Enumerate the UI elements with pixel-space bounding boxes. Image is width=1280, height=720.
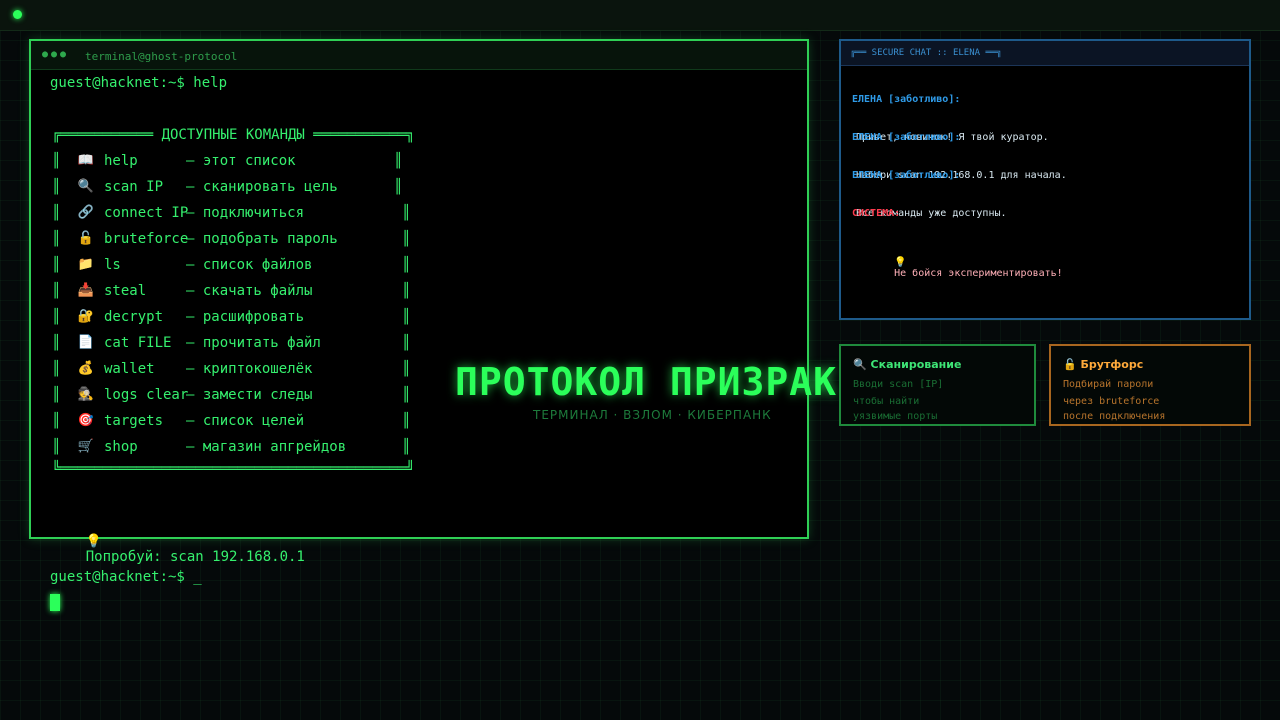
secure-chat-panel[interactable]: ╔══ SECURE CHAT :: ELENA ══╗ ЕЛЕНА [забо… bbox=[839, 39, 1251, 320]
book-icon: 📖 bbox=[77, 153, 95, 168]
command-row: ║ 🕵 logs clear — замести следы ║ bbox=[52, 387, 411, 403]
commands-box-bottom: ╚═══════════════════════════════════════… bbox=[52, 461, 415, 477]
command-row: ║ 🔓 bruteforce — подобрать пароль ║ bbox=[52, 231, 411, 247]
terminal-window[interactable]: ●●● terminal@ghost-protocol guest@hackne… bbox=[29, 39, 809, 565]
brute-card-title: 🔓 Брутфорс bbox=[1063, 358, 1144, 371]
magnifier-icon: 🔍 bbox=[77, 179, 95, 194]
scan-info-card[interactable]: 🔍 Сканирование Вводи scan [IP] чтобы най… bbox=[839, 344, 1036, 426]
detective-icon: 🕵 bbox=[77, 387, 95, 402]
card-line: Подбирай пароли bbox=[1063, 379, 1154, 390]
top-bar bbox=[0, 0, 1280, 31]
chat-header: ╔══ SECURE CHAT :: ELENA ══╗ bbox=[841, 41, 1249, 66]
card-line: чтобы найти bbox=[853, 396, 920, 407]
unlock-icon: 🔓 bbox=[1063, 358, 1077, 371]
command-row: ║ 💰 wallet — криптокошелёк ║ bbox=[52, 361, 411, 377]
card-line: через bruteforce bbox=[1063, 396, 1160, 407]
command-row: ║ 📖 help — этот список ║ bbox=[52, 153, 403, 169]
cart-icon: 🛒 bbox=[77, 439, 95, 454]
game-subtitle: ТЕРМИНАЛ · ВЗЛОМ · КИБЕРПАНК bbox=[533, 408, 772, 422]
terminal-title: terminal@ghost-protocol bbox=[85, 50, 238, 63]
command-row: ║ 📁 ls — список файлов ║ bbox=[52, 257, 411, 273]
text-cursor bbox=[50, 594, 60, 611]
lock-key-icon: 🔐 bbox=[77, 309, 95, 324]
bruteforce-info-card[interactable]: 🔓 Брутфорс Подбирай пароли через brutefo… bbox=[1049, 344, 1251, 426]
inbox-icon: 📥 bbox=[77, 283, 95, 298]
folder-icon: 📁 bbox=[77, 257, 95, 272]
scan-card-title: 🔍 Сканирование bbox=[853, 358, 962, 371]
game-title: ПРОТОКОЛ ПРИЗРАК bbox=[455, 360, 838, 404]
command-row: ║ 🔗 connect IP — подключиться ║ bbox=[52, 205, 411, 221]
money-bag-icon: 💰 bbox=[77, 361, 95, 376]
chat-title: ╔══ SECURE CHAT :: ELENA ══╗ bbox=[850, 48, 1002, 58]
lightbulb-icon: 💡 bbox=[85, 534, 102, 549]
command-row: ║ 📄 cat FILE — прочитать файл ║ bbox=[52, 335, 411, 351]
card-line: Вводи scan [IP] bbox=[853, 379, 944, 390]
card-line: уязвимые порты bbox=[853, 411, 938, 422]
command-row: ║ 🔍 scan IP — сканировать цель ║ bbox=[52, 179, 403, 195]
command-row: ║ 📥 steal — скачать файлы ║ bbox=[52, 283, 411, 299]
prompt-help: guest@hacknet:~$ help bbox=[50, 75, 228, 91]
command-row: ║ 🎯 targets — список целей ║ bbox=[52, 413, 411, 429]
command-row: ║ 🔐 decrypt — расшифровать ║ bbox=[52, 309, 411, 325]
window-dots-icon: ●●● bbox=[42, 49, 70, 60]
unlock-icon: 🔓 bbox=[77, 231, 95, 246]
terminal-titlebar: ●●● terminal@ghost-protocol bbox=[31, 41, 807, 70]
link-icon: 🔗 bbox=[77, 205, 95, 220]
chat-system-message: СИСТЕМА: 💡 Не бойся экспериментировать! bbox=[852, 208, 1063, 279]
magnifier-icon: 🔍 bbox=[853, 358, 867, 371]
card-line: после подключения bbox=[1063, 411, 1166, 422]
lightbulb-icon: 💡 bbox=[894, 257, 907, 268]
hint-text: Попробуй: scan 192.168.0.1 bbox=[85, 549, 305, 565]
status-indicator-icon bbox=[13, 10, 22, 19]
commands-box-top: ╔═══════════ ДОСТУПНЫЕ КОМАНДЫ ═════════… bbox=[52, 127, 415, 143]
document-icon: 📄 bbox=[77, 335, 95, 350]
command-input-prompt[interactable]: guest@hacknet:~$ _ bbox=[50, 569, 202, 585]
target-icon: 🎯 bbox=[77, 413, 95, 428]
